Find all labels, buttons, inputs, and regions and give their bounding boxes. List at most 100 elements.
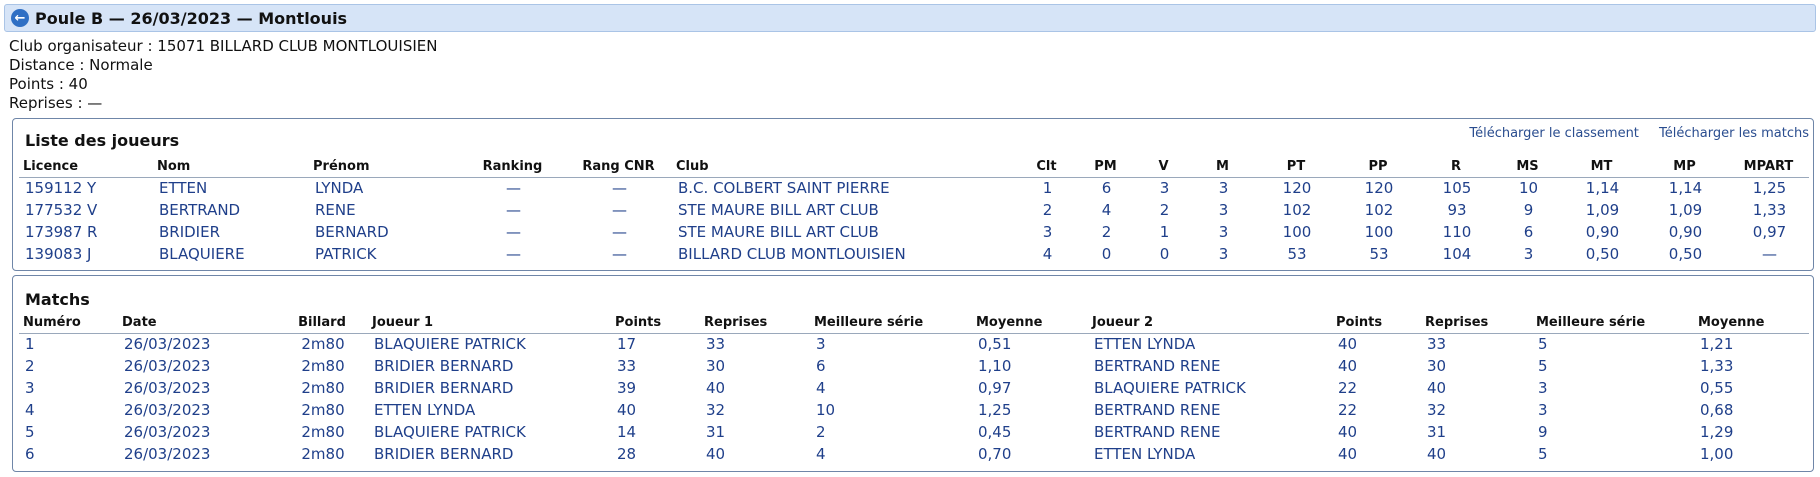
table-cell: 4 [1101,201,1112,219]
table-cell: 105 [1442,179,1472,198]
table-cell: STE MAURE BILL ART CLUB [678,223,879,241]
table-cell: — [612,201,627,219]
matchs-header-12: Moyenne [1694,314,1809,334]
table-cell: — [612,179,627,198]
matchs-header-3: Joueur 1 [368,314,611,334]
table-row[interactable]: 5 26/03/2023 2m80 BLAQUIERE PATRICK 14 31 2 0,4… [19,421,1809,443]
table-cell: 33 [1427,335,1447,354]
players-header-13: MS [1493,158,1558,178]
matchs-header-4: Points [611,314,700,334]
table-row[interactable]: 3 26/03/2023 2m80 BRIDIER BERNARD 39 40 4 0,97 B… [19,377,1809,399]
players-header-10: PT [1251,158,1337,178]
table-cell: 3 [816,335,826,354]
competition-info: Club organisateur : 15071 BILLARD CLUB M… [9,37,437,113]
players-header-8: V [1133,158,1190,178]
table-cell: PATRICK [315,245,377,263]
table-cell: RENE [315,201,356,219]
matchs-header-6: Meilleure série [810,314,972,334]
table-cell: 5 [1538,335,1548,354]
players-header-11: PP [1337,158,1415,178]
table-cell: 53 [1369,245,1389,263]
table-cell: 1,09 [1668,201,1703,219]
table-cell: — [1762,245,1777,263]
table-cell: 2 [1101,223,1112,241]
table-cell: 3 [1159,179,1170,198]
table-cell: 40 [1338,445,1358,463]
table-cell: 1,14 [1668,179,1703,198]
table-cell: 104 [1442,245,1472,263]
players-header-14: MT [1558,158,1641,178]
players-title: Liste des joueurs [25,131,180,150]
table-cell: 5 [25,423,35,441]
table-cell: 0,70 [978,445,1012,463]
table-cell: BERTRAND RENE [1094,423,1221,441]
table-cell: BERTRAND RENE [1094,357,1221,375]
table-cell: 40 [706,445,726,463]
info-points: Points : 40 [9,75,88,93]
players-header-1: Nom [153,158,309,178]
download-ranking-link[interactable]: Télécharger le classement [1469,126,1639,141]
table-cell: 0,50 [1585,245,1620,263]
table-cell: 17 [617,335,637,354]
info-club: Club organisateur : 15071 BILLARD CLUB M… [9,37,438,55]
table-cell: — [506,245,521,263]
table-cell: 1,14 [1585,179,1620,198]
table-row[interactable]: 177532 V BERTRAND RENE — — STE MAURE BILL ART… [19,199,1809,221]
table-cell: 5 [1538,357,1548,375]
table-cell: 9 [1523,201,1534,219]
table-cell: 31 [1427,423,1447,441]
table-cell: 173987 R [25,223,98,241]
matchs-header-2: Billard [272,314,368,334]
table-cell: 0,97 [978,379,1012,397]
table-cell: 40 [1427,445,1447,463]
matchs-header-7: Moyenne [972,314,1088,334]
table-cell: BLAQUIERE [159,245,245,263]
table-cell: 3 [1523,245,1534,263]
players-header-9: M [1190,158,1251,178]
matchs-header-9: Points [1332,314,1421,334]
table-cell: 32 [706,401,726,419]
table-row[interactable]: 2 26/03/2023 2m80 BRIDIER BERNARD 33 30 6 1,10 B… [19,355,1809,377]
table-cell: 22 [1338,379,1358,397]
table-cell: 40 [617,401,637,419]
table-row[interactable]: 139083 J BLAQUIERE PATRICK — — BILLARD CLUB M… [19,243,1809,265]
table-cell: 0,45 [978,423,1012,441]
table-row[interactable]: 173987 R BRIDIER BERNARD — — STE MAURE BILL A… [19,221,1809,243]
players-header-6: Clt [1015,158,1074,178]
table-row[interactable]: 1 26/03/2023 2m80 BLAQUIERE PATRICK 17 33 3 0,5… [19,333,1809,355]
table-cell: 6 [816,357,826,375]
table-cell: 3 [1538,379,1548,397]
table-row[interactable]: 4 26/03/2023 2m80 ETTEN LYNDA 40 32 10 1,25 BERT… [19,399,1809,421]
players-header-7: PM [1074,158,1133,178]
table-cell: 93 [1447,201,1467,219]
table-cell: STE MAURE BILL ART CLUB [678,201,879,219]
table-cell: — [612,245,627,263]
table-cell: 1,25 [1752,179,1787,198]
table-row[interactable]: 159112 Y ETTEN LYNDA — — B.C. COLBERT SAINT P… [19,177,1809,199]
table-cell: 1,33 [1752,201,1787,219]
table-cell: 0,55 [1700,379,1734,397]
table-cell: 0,90 [1668,223,1703,241]
download-matches-link[interactable]: Télécharger les matchs [1659,126,1809,141]
table-cell: 26/03/2023 [124,401,211,419]
table-cell: 40 [706,379,726,397]
table-cell: 1,29 [1700,423,1734,441]
table-cell: 40 [1338,335,1358,354]
table-cell: BLAQUIERE PATRICK [1094,379,1246,397]
table-cell: 102 [1364,201,1394,219]
matchs-header-11: Meilleure série [1532,314,1694,334]
table-cell: 26/03/2023 [124,423,211,441]
matchs-header-8: Joueur 2 [1088,314,1332,334]
table-cell: BRIDIER BERNARD [374,379,514,397]
table-cell: LYNDA [315,179,364,198]
page-header: ← Poule B — 26/03/2023 — Montlouis [4,4,1816,32]
table-row[interactable]: 6 26/03/2023 2m80 BRIDIER BERNARD 28 40 4 0,70 E… [19,443,1809,465]
back-arrow-icon[interactable]: ← [11,9,29,27]
table-cell: 0,51 [978,335,1012,354]
matches-panel: Matchs Numéro Date Billard Joueur 1 Points Re… [12,275,1814,472]
table-cell: 28 [617,445,637,463]
table-cell: 30 [706,357,726,375]
table-cell: 3 [1218,245,1229,263]
table-cell: 32 [1427,401,1447,419]
table-cell: 3 [1218,201,1229,219]
